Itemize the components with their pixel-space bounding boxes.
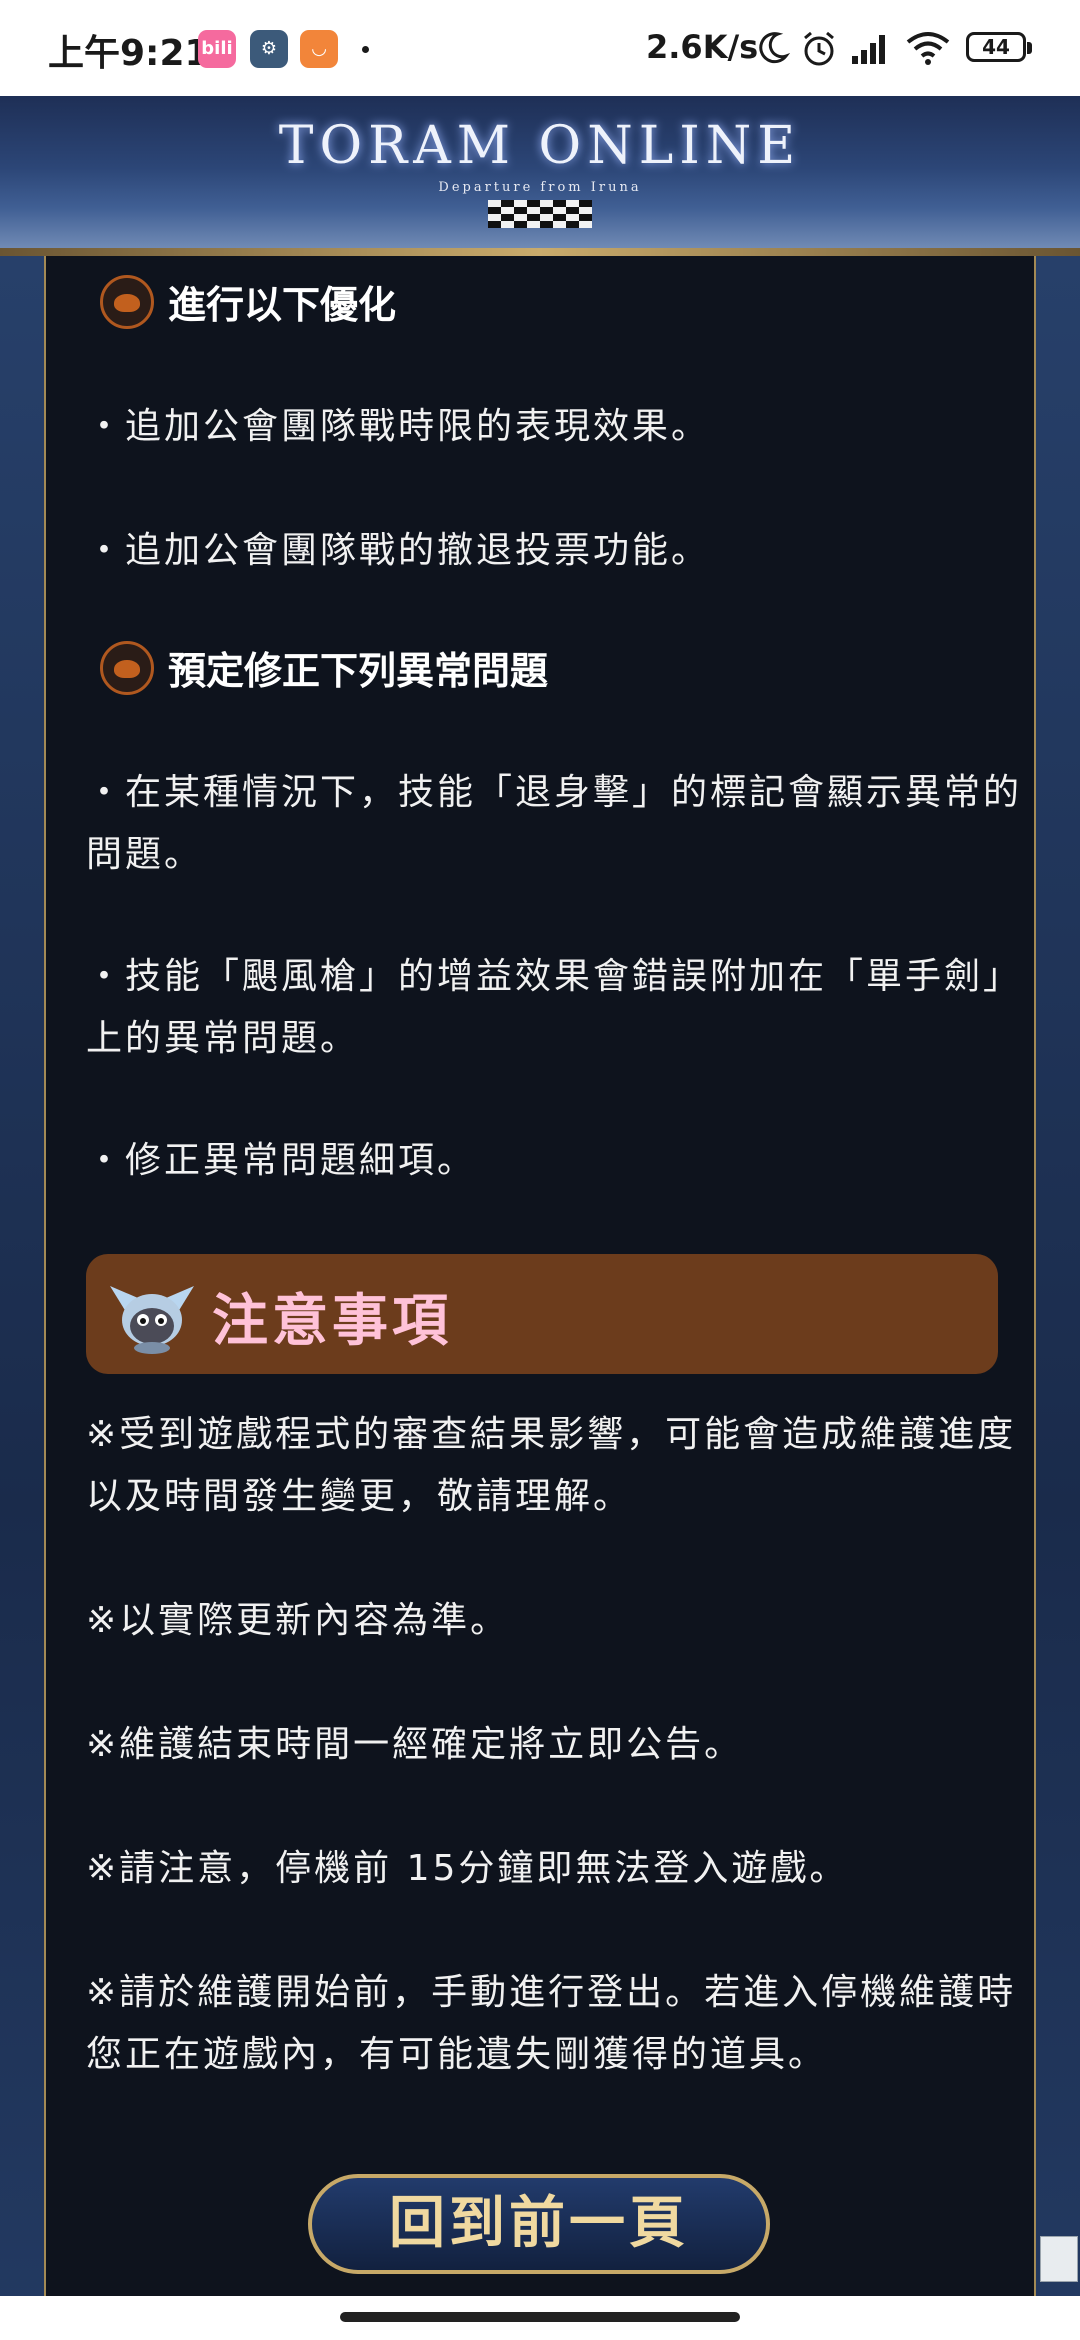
navigation-bar: [0, 2296, 1080, 2340]
home-indicator[interactable]: [340, 2312, 740, 2322]
network-speed: 2.6K/s: [646, 28, 759, 66]
signal-icon: [852, 35, 885, 64]
mascot-icon: [110, 1286, 194, 1354]
pet-emblem-icon: [100, 274, 154, 329]
shopping-bag-app-icon: ◡: [300, 30, 338, 68]
wifi-icon: [906, 32, 950, 65]
moon-icon: [759, 32, 790, 64]
back-button[interactable]: 回到前一頁: [308, 2174, 770, 2274]
settings-app-icon: ⚙: [250, 30, 288, 68]
list-item: ・追加公會團隊戰時限的表現效果。: [86, 406, 711, 447]
broken-image-icon: [1040, 2236, 1078, 2282]
battery-indicator: 44: [966, 32, 1032, 62]
announcement-panel: 進行以下優化 ・追加公會團隊戰時限的表現效果。 ・追加公會團隊戰的撤退投票功能。…: [44, 256, 1036, 2306]
pet-emblem-icon: [100, 640, 154, 695]
background-left: [0, 256, 44, 2340]
background-right: [1036, 256, 1080, 2340]
list-item: ・在某種情況下，技能「退身擊」的標記會顯示異常的問題。: [86, 772, 1023, 875]
list-item: ・修正異常問題細項。: [86, 1140, 477, 1181]
notice-item: ※請注意，停機前 15分鐘即無法登入遊戲。: [86, 1848, 849, 1889]
notice-item: ※以實際更新內容為準。: [86, 1600, 510, 1641]
heading-text: 預定修正下列異常問題: [168, 649, 549, 693]
list-item: ・技能「颶風槍」的增益效果會錯誤附加在「單手劍」上的異常問題。: [86, 956, 1023, 1059]
notice-item: ※維護結束時間一經確定將立即公告。: [86, 1724, 744, 1765]
section-heading: 進行以下優化: [100, 274, 396, 329]
heading-text: 進行以下優化: [168, 283, 397, 327]
checker-emblem: [488, 200, 592, 228]
status-bar: 上午9:21 bili ⚙ ◡ 2.6K/s 44: [0, 0, 1080, 96]
alarm-icon: [804, 31, 834, 66]
notice-title: 注意事項: [212, 1289, 452, 1354]
game-logo-subtitle: Departure from Iruna: [438, 180, 642, 195]
section-heading: 預定修正下列異常問題: [100, 640, 548, 695]
clock: 上午9:21: [48, 33, 210, 74]
notice-item: ※請於維護開始前，手動進行登出。若進入停機維護時您正在遊戲內，有可能遺失剛獲得的…: [86, 1972, 1017, 2075]
notification-dot-icon: [362, 46, 369, 53]
list-item: ・追加公會團隊戰的撤退投票功能。: [86, 530, 711, 571]
game-logo: TORAM ONLINE: [278, 116, 802, 176]
bilibili-app-icon: bili: [198, 30, 236, 68]
notice-banner: 注意事項: [86, 1254, 998, 1374]
game-banner: TORAM ONLINE Departure from Iruna: [0, 96, 1080, 256]
notice-item: ※受到遊戲程式的審查結果影響，可能會造成維護進度以及時間發生變更，敬請理解。: [86, 1414, 1017, 1517]
